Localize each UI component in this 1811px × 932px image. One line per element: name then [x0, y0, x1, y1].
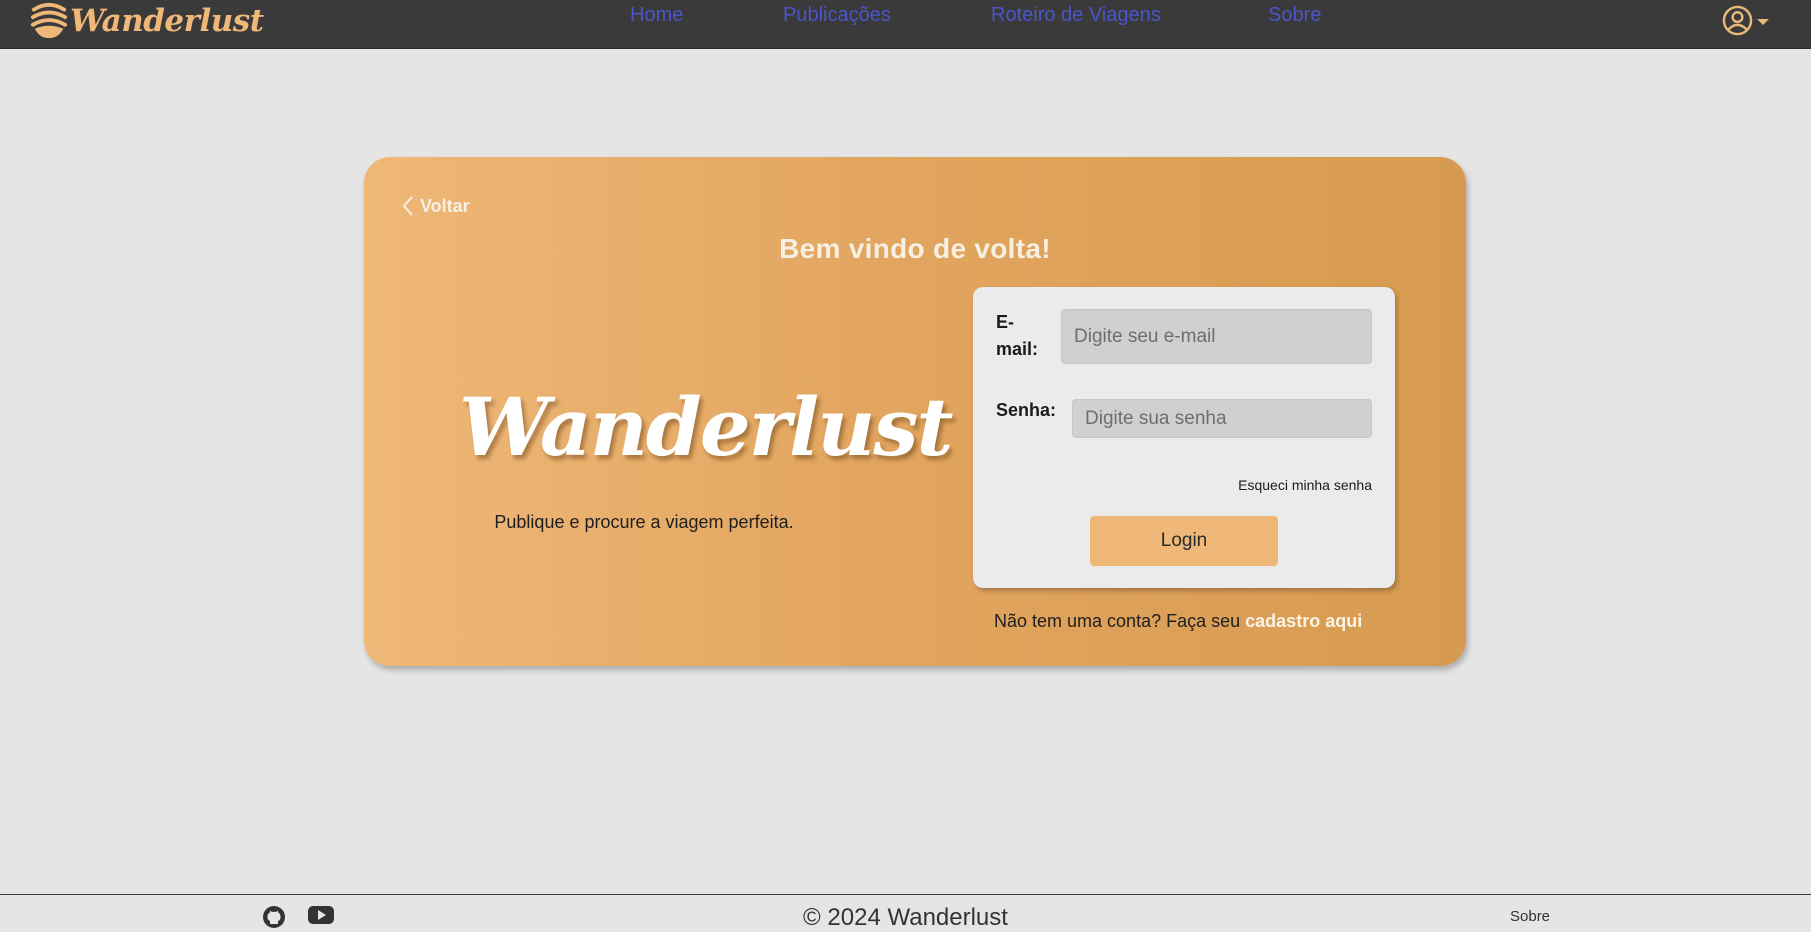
waves-logo-icon [30, 2, 68, 39]
forgot-password-link[interactable]: Esqueci minha senha [1238, 477, 1372, 493]
card-brand-logo: Wanderlust [459, 380, 953, 474]
user-menu-dropdown[interactable] [1722, 4, 1769, 36]
nav-link-sobre[interactable]: Sobre [1268, 4, 1321, 27]
nav-link-roteiro-de-viagens[interactable]: Roteiro de Viagens [991, 4, 1161, 27]
back-button[interactable]: Voltar [402, 195, 470, 217]
brand-name: Wanderlust [70, 3, 264, 39]
email-input[interactable] [1061, 309, 1372, 364]
nav-link-publicacoes[interactable]: Publicações [783, 4, 891, 27]
brand-link[interactable]: Wanderlust [30, 0, 264, 42]
chevron-left-icon [402, 196, 413, 216]
signup-prompt: Não tem uma conta? Faça seu cadastro aqu… [994, 611, 1362, 632]
login-form: E-mail: Senha: Esqueci minha senha Login [973, 287, 1395, 588]
login-card: Voltar Bem vindo de volta! Wanderlust Pu… [364, 157, 1466, 666]
password-label: Senha: [996, 400, 1057, 420]
brand-tagline: Publique e procure a viagem perfeita. [494, 512, 794, 532]
nav-link-home[interactable]: Home [630, 4, 683, 27]
page-footer: © 2024 Wanderlust Sobre [0, 894, 1811, 931]
footer-link-sobre[interactable]: Sobre [1510, 908, 1550, 925]
signup-prefix: Não tem uma conta? Faça seu [994, 611, 1241, 631]
welcome-title: Bem vindo de volta! [779, 233, 1051, 264]
user-circle-icon [1722, 5, 1753, 35]
password-input[interactable] [1072, 399, 1372, 438]
caret-down-icon [1757, 19, 1769, 25]
top-navbar: Wanderlust Home Publicações Roteiro de V… [0, 0, 1811, 49]
login-button[interactable]: Login [1090, 516, 1278, 566]
signup-link[interactable]: cadastro aqui [1245, 611, 1362, 631]
email-label: E-mail: [996, 312, 1039, 359]
back-label: Voltar [420, 195, 470, 216]
